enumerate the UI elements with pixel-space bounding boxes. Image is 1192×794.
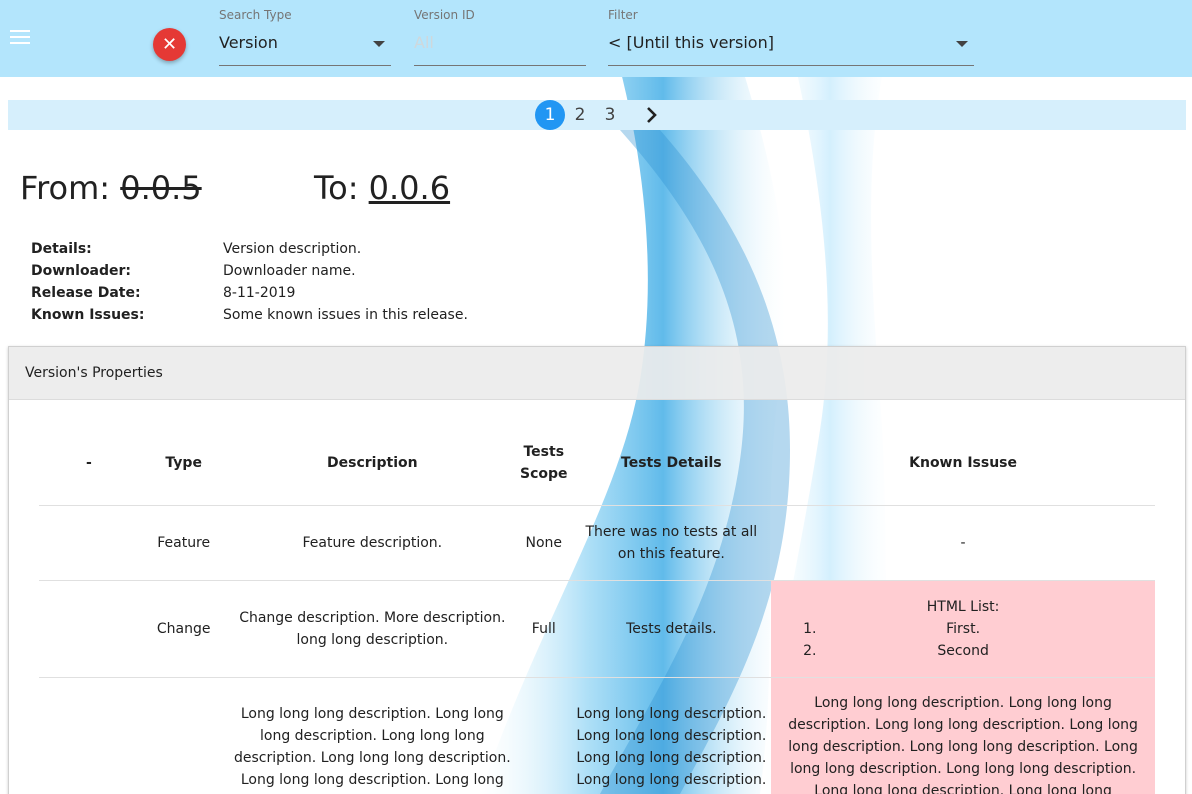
- details-key: Release Date:: [31, 285, 141, 301]
- cell-dash: [39, 579, 139, 677]
- search-type-value: Version: [219, 33, 278, 52]
- to-version: To: 0.0.6: [314, 168, 450, 208]
- list-item: 1. First.: [803, 618, 1123, 640]
- cell-tests-details: There was no tests at all on this featur…: [571, 504, 772, 580]
- html-list: 1. First. 2. Second: [803, 618, 1123, 662]
- column-header-type: Type: [165, 454, 202, 471]
- details-value: Version description.: [223, 241, 362, 257]
- table-row: Long long long description. Long long lo…: [39, 676, 1155, 794]
- page-button-3[interactable]: 3: [595, 100, 625, 130]
- dropdown-caret-icon: [956, 41, 968, 47]
- from-label: From:: [20, 169, 111, 207]
- dropdown-caret-icon: [373, 41, 385, 47]
- cell-tests-scope: Full: [516, 579, 572, 677]
- app-bar: ✕ Search Type Version Version ID All Fil…: [0, 0, 1192, 77]
- cell-description: Feature description.: [228, 504, 516, 580]
- cell-tests-details: Long long long description. Long long lo…: [571, 676, 772, 794]
- version-properties-panel: Version's Properties - Type Description …: [8, 346, 1186, 794]
- list-item: 2. Second: [803, 640, 1123, 662]
- cell-dash: [39, 676, 139, 794]
- cell-known-issue: -: [771, 504, 1155, 580]
- properties-table: - Type Description Tests Scope Tests Det…: [39, 421, 1155, 794]
- to-label: To:: [314, 169, 359, 207]
- column-header-tests-details: Tests Details: [621, 454, 722, 471]
- cell-tests-scope: [516, 676, 572, 794]
- list-item-number: 2.: [803, 642, 817, 659]
- details-key: Downloader:: [31, 263, 132, 279]
- search-type-label: Search Type: [219, 8, 292, 22]
- from-version-value: 0.0.5: [120, 169, 202, 207]
- details-key: Details:: [31, 241, 92, 257]
- details-value: 8-11-2019: [223, 285, 296, 301]
- table-row: Feature Feature description. None There …: [39, 504, 1155, 580]
- to-version-value[interactable]: 0.0.6: [369, 169, 450, 207]
- details-value: Downloader name.: [223, 263, 356, 279]
- clear-search-button[interactable]: ✕: [153, 28, 186, 61]
- cell-description: Change description. More description. lo…: [228, 579, 516, 677]
- version-id-placeholder: All: [414, 33, 434, 52]
- chevron-right-icon[interactable]: [644, 106, 660, 124]
- column-header-description: Description: [327, 454, 418, 471]
- cell-tests-details: Tests details.: [571, 579, 772, 677]
- cell-known-issue: HTML List: 1. First. 2. Second: [771, 579, 1155, 677]
- filter-value: < [Until this version]: [608, 33, 774, 52]
- details-key: Known Issues:: [31, 307, 145, 323]
- column-header-tests-scope: Tests Scope: [520, 443, 568, 482]
- search-type-select[interactable]: Search Type Version: [219, 8, 391, 66]
- filter-select[interactable]: Filter < [Until this version]: [608, 8, 974, 66]
- from-version: From: 0.0.5: [20, 168, 202, 208]
- close-icon: ✕: [161, 33, 178, 55]
- page-button-2[interactable]: 2: [565, 100, 595, 130]
- table-row: Change Change description. More descript…: [39, 579, 1155, 677]
- html-list-title: HTML List:: [926, 598, 1000, 615]
- column-header-known-issue: Known Issuse: [909, 454, 1018, 471]
- version-id-field[interactable]: Version ID All: [414, 8, 586, 66]
- version-id-label: Version ID: [414, 8, 475, 22]
- list-item-number: 1.: [803, 620, 817, 637]
- details-value: Some known issues in this release.: [223, 307, 468, 323]
- filter-label: Filter: [608, 8, 638, 22]
- cell-type: Feature: [138, 504, 229, 580]
- list-item-text: Second: [937, 642, 989, 659]
- cell-known-issue: Long long long description. Long long lo…: [771, 676, 1155, 794]
- cell-type: Change: [138, 579, 229, 677]
- cell-tests-scope: None: [516, 504, 572, 580]
- panel-title[interactable]: Version's Properties: [9, 347, 1185, 400]
- menu-icon[interactable]: [10, 30, 30, 44]
- page-button-1[interactable]: 1: [535, 100, 565, 130]
- cell-description: Long long long description. Long long lo…: [228, 676, 516, 794]
- cell-dash: [39, 504, 139, 580]
- table-header-row: - Type Description Tests Scope Tests Det…: [39, 421, 1155, 505]
- pagination-bar: 1 2 3: [8, 100, 1186, 130]
- column-header-dash: -: [85, 454, 92, 471]
- cell-type: [138, 676, 229, 794]
- list-item-text: First.: [946, 620, 981, 637]
